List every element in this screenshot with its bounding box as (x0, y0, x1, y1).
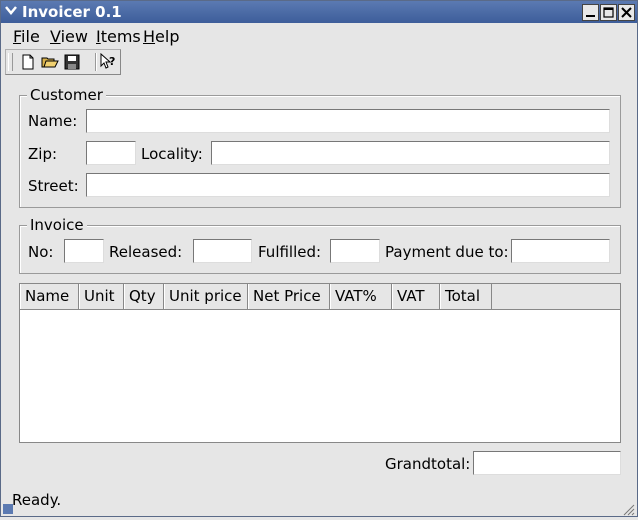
minimize-icon (586, 15, 595, 17)
street-field[interactable] (86, 173, 610, 197)
menu-file-label: ile (21, 27, 40, 46)
released-label: Released: (109, 243, 183, 261)
column-header-vat-percent[interactable]: VAT% (330, 284, 392, 309)
menu-bar: File View Items Help (3, 24, 635, 48)
locality-field[interactable] (211, 141, 610, 165)
invoice-no-field[interactable] (64, 239, 104, 263)
locality-label: Locality: (141, 145, 203, 163)
customer-group-title: Customer (27, 87, 106, 103)
window-corner-left[interactable] (3, 504, 13, 514)
toolbar-handle[interactable] (8, 53, 13, 71)
menu-view[interactable]: View (50, 27, 88, 46)
menu-items[interactable]: Items (96, 27, 141, 46)
menu-view-label: iew (60, 27, 88, 46)
column-header-unit-price[interactable]: Unit price (164, 284, 248, 309)
payment-due-label: Payment due to: (385, 243, 509, 261)
zip-label: Zip: (28, 145, 58, 163)
column-header-name[interactable]: Name (20, 284, 79, 309)
zip-field[interactable] (86, 141, 136, 165)
grandtotal-field[interactable] (473, 451, 621, 475)
column-header-net-price[interactable]: Net Price (248, 284, 330, 309)
window-menu-icon[interactable] (3, 3, 19, 19)
invoice-group-title: Invoice (27, 217, 87, 233)
minimize-button[interactable] (582, 4, 599, 21)
status-bar: Ready. (3, 489, 635, 511)
svg-text:?: ? (109, 55, 115, 68)
released-field[interactable] (193, 239, 252, 263)
application-window: Invoicer 0.1 File View Items Help ? Cust… (0, 0, 638, 517)
payment-due-field[interactable] (511, 239, 610, 263)
window-title: Invoicer 0.1 (22, 3, 122, 21)
street-label: Street: (28, 177, 79, 195)
name-label: Name: (28, 112, 78, 130)
save-icon[interactable] (63, 53, 81, 71)
column-header-vat[interactable]: VAT (392, 284, 440, 309)
menu-items-label: tems (100, 27, 141, 46)
close-icon (621, 7, 632, 18)
new-file-icon[interactable] (19, 53, 37, 71)
resize-grip-icon[interactable] (623, 502, 635, 516)
maximize-icon (603, 7, 614, 18)
menu-help[interactable]: Help (143, 27, 179, 46)
column-header-total[interactable]: Total (440, 284, 492, 309)
column-header-qty[interactable]: Qty (124, 284, 164, 309)
whats-this-icon[interactable]: ? (99, 52, 117, 71)
grandtotal-label: Grandtotal: (385, 455, 471, 473)
maximize-button[interactable] (600, 4, 617, 21)
column-header-unit[interactable]: Unit (79, 284, 124, 309)
status-text: Ready. (12, 491, 62, 509)
title-bar[interactable]: Invoicer 0.1 (1, 1, 637, 23)
menu-file[interactable]: File (13, 27, 40, 46)
open-folder-icon[interactable] (41, 53, 59, 71)
fulfilled-field[interactable] (330, 239, 380, 263)
toolbar: ? (5, 49, 121, 75)
table-header: Name Unit Qty Unit price Net Price VAT% … (20, 284, 620, 310)
close-button[interactable] (618, 4, 635, 21)
fulfilled-label: Fulfilled: (258, 243, 322, 261)
items-table[interactable]: Name Unit Qty Unit price Net Price VAT% … (19, 283, 621, 443)
toolbar-separator (95, 53, 97, 71)
menu-help-label: elp (155, 27, 180, 46)
name-field[interactable] (86, 109, 610, 133)
invoice-no-label: No: (28, 243, 54, 261)
